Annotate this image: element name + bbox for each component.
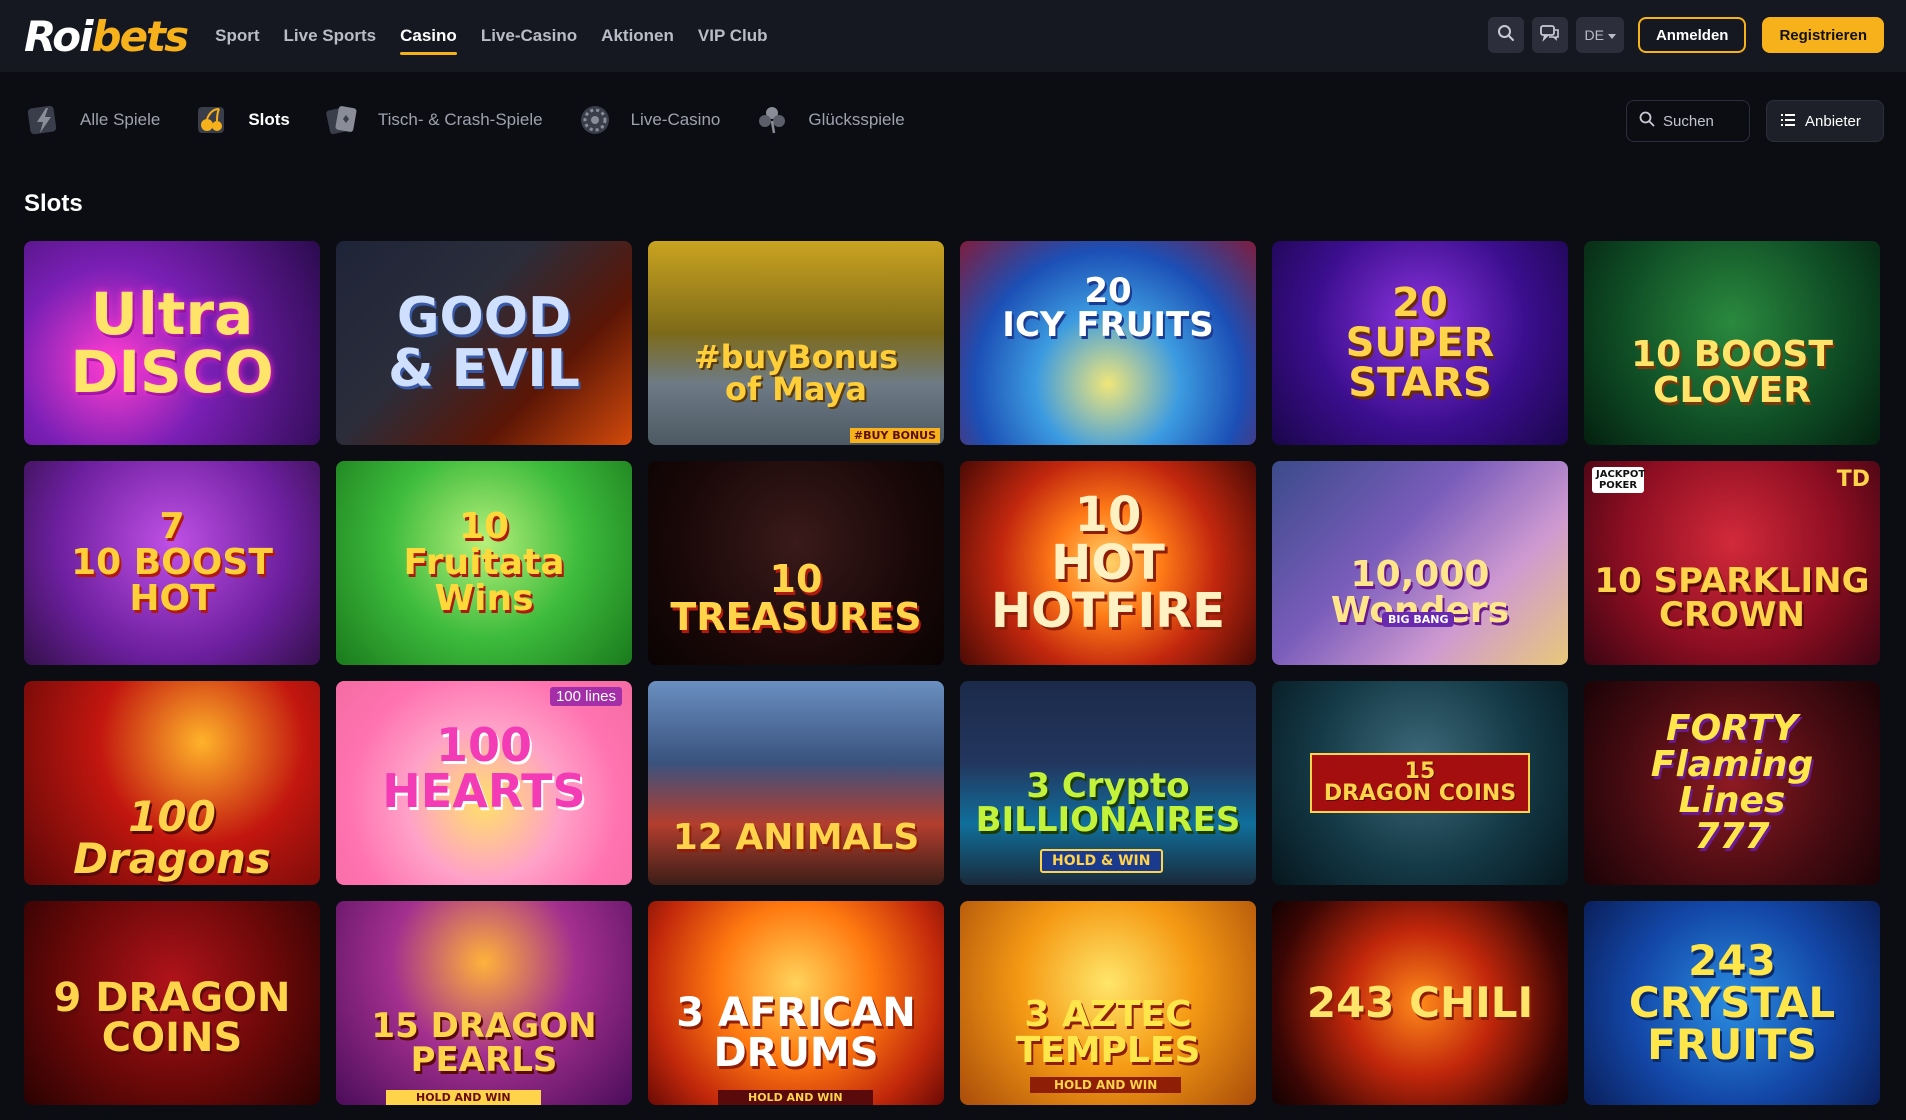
brand-logo[interactable]: Roibets <box>24 12 189 61</box>
game-title: GOOD & EVIL <box>388 287 580 399</box>
game-title: 3 AFRICAN DRUMS <box>676 990 916 1076</box>
nav-live-casino[interactable]: Live-Casino <box>469 26 589 46</box>
language-select[interactable]: DE <box>1576 17 1624 53</box>
game-badge: HOLD AND WIN <box>1030 1077 1182 1093</box>
search-placeholder: Suchen <box>1663 112 1714 130</box>
game-tile[interactable]: 243 CHILI <box>1272 901 1568 1105</box>
game-title: 20 ICY FRUITS <box>1002 271 1214 345</box>
game-title: 10 SPARKLING CROWN <box>1594 561 1870 635</box>
game-tile[interactable]: 15 DRAGON PEARLS HOLD AND WIN <box>336 901 632 1105</box>
roulette-icon <box>575 100 615 140</box>
game-tile[interactable]: 10,000 Wonders BIG BANG <box>1272 461 1568 665</box>
nav-live-sports[interactable]: Live Sports <box>272 26 389 46</box>
game-tile[interactable]: 9 DRAGON COINS <box>24 901 320 1105</box>
chevron-down-icon <box>1607 27 1616 43</box>
provider-filter-button[interactable]: Anbieter <box>1766 100 1884 142</box>
game-title: 100 Dragons <box>73 792 271 883</box>
game-tile[interactable]: 20 SUPER STARS <box>1272 241 1568 445</box>
game-badge: #BUY BONUS <box>849 428 940 443</box>
category-tabs: Alle Spiele Slots Tisch- & Crash-Spiele … <box>24 96 937 144</box>
game-tile[interactable]: 12 ANIMALS <box>648 681 944 885</box>
game-badge: BIG BANG <box>1382 612 1455 627</box>
chat-button[interactable] <box>1532 17 1569 53</box>
game-tile[interactable]: 10 BOOST CLOVER <box>1584 241 1880 445</box>
game-badge: JACKPOT POKER <box>1592 467 1645 493</box>
game-title: 20 SUPER STARS <box>1345 280 1495 406</box>
game-title: 100 HEARTS <box>382 718 586 818</box>
game-tile[interactable]: 100 HEARTS 100 lines <box>336 681 632 885</box>
tab-live-casino[interactable]: Live-Casino <box>575 100 720 140</box>
game-tile[interactable]: 243 CRYSTAL FRUITS <box>1584 901 1880 1105</box>
clover-icon <box>752 100 792 140</box>
game-tile[interactable]: 15 DRAGON COINS <box>1272 681 1568 885</box>
game-title: 10 BOOST CLOVER <box>1631 334 1833 411</box>
game-tile[interactable]: 10 HOT HOTFIRE <box>960 461 1256 665</box>
game-title: 12 ANIMALS <box>672 817 920 858</box>
register-button[interactable]: Registrieren <box>1762 17 1884 53</box>
header-actions: DE Anmelden Registrieren <box>1488 17 1884 53</box>
game-tile[interactable]: 3 AZTEC TEMPLES HOLD AND WIN <box>960 901 1256 1105</box>
game-title: 10 HOT HOTFIRE <box>990 487 1226 639</box>
game-title: 243 CHILI <box>1306 978 1534 1027</box>
game-title: 15 DRAGON PEARLS <box>371 1006 597 1080</box>
game-title: 9 DRAGON COINS <box>53 975 291 1061</box>
game-tile[interactable]: 100 Dragons <box>24 681 320 885</box>
chat-icon <box>1540 24 1560 47</box>
provider-label: Anbieter <box>1805 112 1861 130</box>
main-nav: Sport Live Sports Casino Live-Casino Akt… <box>203 26 780 55</box>
game-tile[interactable]: 7 10 BOOST HOT <box>24 461 320 665</box>
game-tile[interactable]: #buyBonus of Maya #BUY BONUS <box>648 241 944 445</box>
game-tile[interactable]: 3 AFRICAN DRUMS HOLD AND WIN <box>648 901 944 1105</box>
game-title: 15 DRAGON COINS <box>1309 753 1531 813</box>
nav-vip-club[interactable]: VIP Club <box>686 26 780 46</box>
lightning-icon <box>24 100 64 140</box>
tab-alle-spiele[interactable]: Alle Spiele <box>24 100 160 140</box>
tab-slots[interactable]: Slots <box>192 100 290 140</box>
game-grid: Ultra DISCO GOOD & EVIL #buyBonus of May… <box>24 241 1880 1105</box>
login-button[interactable]: Anmelden <box>1637 17 1747 53</box>
game-tile[interactable]: 10 SPARKLING CROWN JACKPOT POKER TD <box>1584 461 1880 665</box>
nav-aktionen[interactable]: Aktionen <box>589 26 686 46</box>
cards-icon <box>322 100 362 140</box>
language-label: DE <box>1584 27 1604 43</box>
game-badge: HOLD AND WIN <box>718 1090 873 1105</box>
game-tile[interactable]: Ultra DISCO <box>24 241 320 445</box>
game-tile[interactable]: 20 ICY FRUITS <box>960 241 1256 445</box>
game-title: Ultra DISCO <box>70 280 274 406</box>
game-title: 10 TREASURES <box>670 557 922 639</box>
cherries-icon <box>192 100 232 140</box>
tab-gluecksspiele[interactable]: Glücksspiele <box>752 100 905 140</box>
game-title: #buyBonus of Maya <box>693 338 899 408</box>
game-badge: HOLD & WIN <box>1040 849 1163 873</box>
game-title: 243 CRYSTAL FRUITS <box>1628 936 1836 1069</box>
game-badge-td: TD <box>1836 467 1870 492</box>
game-title: 7 10 BOOST HOT <box>71 506 273 619</box>
game-badge: 100 lines <box>549 687 622 706</box>
game-tile[interactable]: FORTY Flaming Lines 777 <box>1584 681 1880 885</box>
catalog-tools: Suchen Anbieter <box>1626 100 1884 142</box>
game-title: 3 AZTEC TEMPLES <box>1015 994 1201 1071</box>
game-tile[interactable]: 10 Fruitata Wins <box>336 461 632 665</box>
game-title: 3 Crypto BILLIONAIRES <box>975 766 1241 840</box>
game-title: 10 Fruitata Wins <box>403 506 565 619</box>
search-icon <box>1639 111 1655 131</box>
top-header: Roibets Sport Live Sports Casino Live-Ca… <box>0 0 1906 72</box>
tab-tisch-crash[interactable]: Tisch- & Crash-Spiele <box>322 100 543 140</box>
search-icon <box>1497 24 1515 47</box>
game-tile[interactable]: 10 TREASURES <box>648 461 944 665</box>
search-input[interactable]: Suchen <box>1626 100 1750 142</box>
nav-sport[interactable]: Sport <box>203 26 271 46</box>
game-tile[interactable]: GOOD & EVIL <box>336 241 632 445</box>
search-button[interactable] <box>1488 17 1525 53</box>
game-title: FORTY Flaming Lines 777 <box>1650 708 1814 857</box>
game-tile[interactable]: 3 Crypto BILLIONAIRES HOLD & WIN <box>960 681 1256 885</box>
nav-casino[interactable]: Casino <box>388 26 469 55</box>
game-badge: HOLD AND WIN <box>386 1090 541 1105</box>
section-title: Slots <box>24 190 83 217</box>
list-icon <box>1781 113 1795 130</box>
